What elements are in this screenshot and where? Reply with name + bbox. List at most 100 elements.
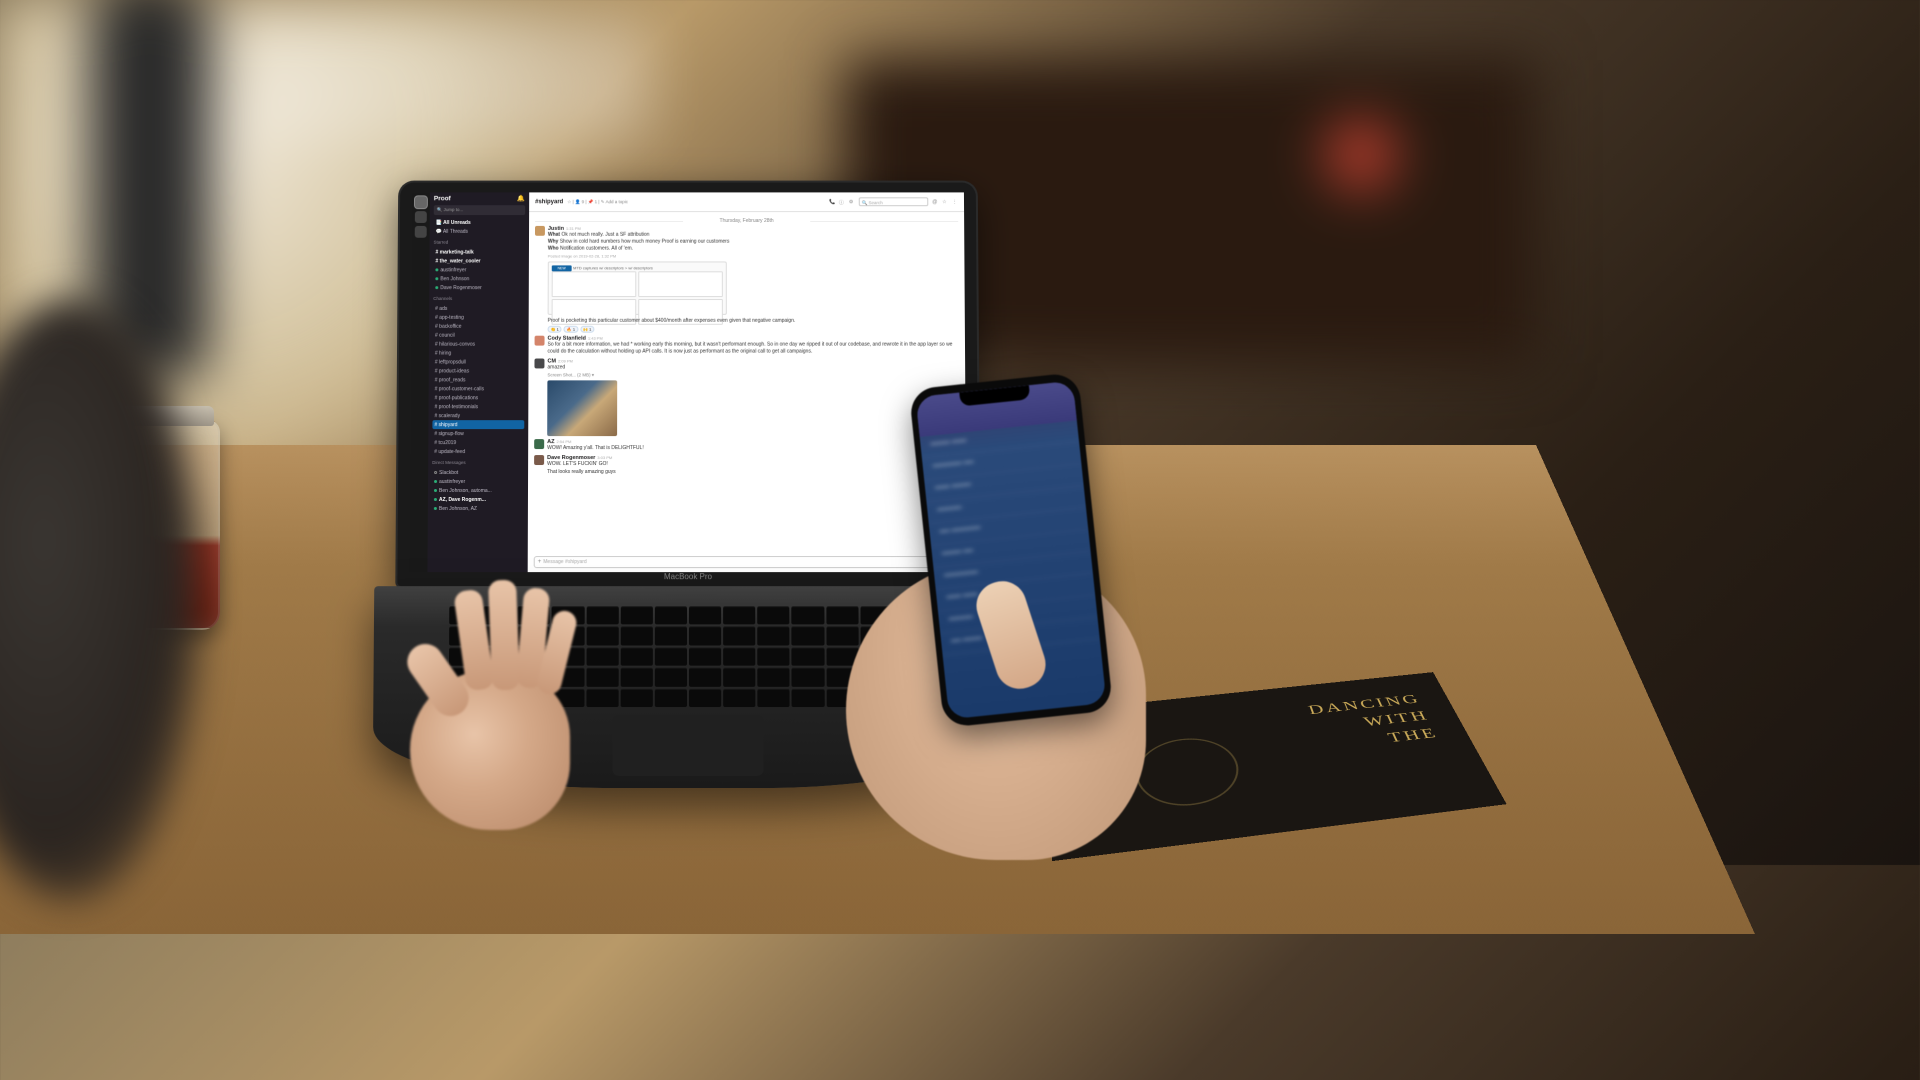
sidebar-item-starred[interactable]: Dave Rogenmoser — [433, 283, 525, 292]
sidebar-item-starred[interactable]: # the_water_cooler — [433, 257, 525, 266]
sidebar-item-channel[interactable]: # update-feed — [432, 447, 524, 456]
more-icon[interactable]: ⋮ — [952, 199, 958, 205]
keyboard-key[interactable] — [792, 688, 824, 707]
keyboard-key[interactable] — [757, 606, 789, 624]
message-text: What Ok not much really. Just a SF attri… — [548, 232, 958, 239]
bell-icon[interactable]: 🔔 — [517, 195, 525, 203]
message-time: 1:43 PM — [588, 336, 603, 341]
keyboard-key[interactable] — [758, 647, 790, 666]
keyboard-key[interactable] — [723, 668, 755, 687]
team-name[interactable]: Proof 🔔 — [434, 195, 525, 203]
star-icon[interactable]: ☆ — [942, 199, 948, 205]
sidebar-item-starred[interactable]: Ben Johnson — [433, 274, 525, 283]
message: Proof is pocketing this particular custo… — [535, 318, 959, 333]
workspace-icon[interactable] — [415, 226, 427, 238]
date-divider: Thursday, February 28th — [535, 218, 958, 224]
avatar[interactable] — [534, 455, 544, 465]
keyboard-key[interactable] — [655, 647, 687, 666]
keyboard-key[interactable] — [723, 606, 755, 624]
keyboard-key[interactable] — [758, 627, 790, 646]
sidebar-item-channel[interactable]: # backoffice — [433, 322, 525, 331]
keyboard-key[interactable] — [689, 627, 721, 646]
keyboard-key[interactable] — [758, 668, 790, 687]
message-time: 2:54 PM — [556, 439, 571, 444]
attachment[interactable]: NEW MTD captures w/ descriptors > w/ des… — [548, 261, 727, 314]
search-input[interactable]: 🔍 Search — [859, 197, 929, 206]
phone-icon[interactable]: 📞 — [829, 199, 835, 205]
reaction[interactable]: 🙌 1 — [580, 326, 594, 333]
gear-icon[interactable]: ⚙ — [849, 199, 855, 205]
sidebar-item-channel[interactable]: # council — [433, 331, 525, 340]
workspace-icon[interactable] — [415, 211, 427, 223]
sidebar-item-channel[interactable]: # leftpropsdull — [433, 358, 525, 367]
sidebar-item-channel[interactable]: # proof-publications — [433, 393, 525, 402]
keyboard-key[interactable] — [689, 688, 721, 707]
keyboard-key[interactable] — [792, 627, 824, 646]
message-text: Why Show in cold hard numbers how much m… — [548, 239, 958, 246]
channel-header: #shipyard ☆ | 👤 9 | 📌 1 | ✎ Add a topic … — [529, 192, 964, 212]
keyboard-key[interactable] — [655, 668, 687, 687]
keyboard-key[interactable] — [655, 606, 687, 624]
keyboard-key[interactable] — [792, 606, 824, 624]
workspace-icon[interactable] — [415, 196, 427, 208]
message: Cody Stanfield1:43 PMSo for a bit more i… — [535, 336, 960, 356]
sidebar-item-channel[interactable]: # proof_reads — [433, 375, 525, 384]
sidebar-item-channel[interactable]: # tcu2019 — [432, 438, 524, 447]
message-text: Proof is pocketing this particular custo… — [548, 318, 959, 325]
message-time: 2:09 PM — [558, 359, 573, 364]
sidebar-item-channel[interactable]: # shipyard — [432, 420, 524, 429]
keyboard-key[interactable] — [792, 668, 824, 687]
sidebar-item-dm[interactable]: Ben Johnson, AZ — [432, 504, 524, 513]
message-text: amazed — [547, 364, 959, 371]
info-icon[interactable]: ⓘ — [839, 199, 845, 205]
keyboard-key[interactable] — [723, 688, 755, 707]
keyboard-key[interactable] — [689, 647, 721, 666]
jump-to-input[interactable]: 🔍 Jump to... — [434, 205, 525, 215]
sidebar-item-starred[interactable]: # marketing-talk — [433, 248, 525, 257]
mention-icon[interactable]: @ — [932, 199, 938, 205]
avatar[interactable] — [535, 336, 545, 346]
plus-icon[interactable]: + — [538, 559, 542, 565]
all-threads[interactable]: 💬 All Threads — [434, 227, 525, 236]
composer-placeholder: Message #shipyard — [543, 559, 586, 565]
section-dms: Direct Messages — [432, 459, 524, 467]
sidebar-item-channel[interactable]: # ads — [433, 304, 525, 313]
keyboard-key[interactable] — [758, 688, 790, 707]
reaction[interactable]: 👏 1 — [548, 326, 562, 333]
sidebar-item-channel[interactable]: # app-testing — [433, 313, 525, 322]
message-time: 1:31 PM — [566, 226, 581, 231]
keyboard-key[interactable] — [689, 668, 721, 687]
sidebar-item-channel[interactable]: # hilarious-convos — [433, 340, 525, 349]
image-attachment[interactable] — [547, 380, 617, 436]
sidebar-item-channel[interactable]: # proof-testimonials — [433, 402, 525, 411]
reactions[interactable]: 👏 1🔥 1🙌 1 — [548, 326, 959, 333]
sidebar-item-dm[interactable]: Slackbot — [432, 468, 524, 477]
sidebar-item-channel[interactable]: # proof-customer-calls — [433, 384, 525, 393]
sidebar-item-dm[interactable]: AZ, Dave Rogenm... — [432, 495, 524, 504]
keyboard-key[interactable] — [655, 627, 687, 646]
sidebar-item-dm[interactable]: austinfreyer — [432, 477, 524, 486]
avatar[interactable] — [534, 439, 544, 449]
keyboard-key[interactable] — [792, 647, 824, 666]
section-starred: Starred — [434, 239, 525, 247]
keyboard-key[interactable] — [723, 647, 755, 666]
message-time: 3:03 PM — [597, 455, 612, 460]
sidebar-item-dm[interactable]: Ben Johnson, automa... — [432, 486, 524, 495]
channel-meta[interactable]: ☆ | 👤 9 | 📌 1 | ✎ Add a topic — [567, 199, 628, 205]
all-unreads[interactable]: 📑 All Unreads — [434, 218, 525, 227]
slack-sidebar: Proof 🔔 🔍 Jump to... 📑 All Unreads 💬 All… — [427, 192, 529, 572]
reaction[interactable]: 🔥 1 — [564, 326, 578, 333]
sidebar-item-channel[interactable]: # product-ideas — [433, 366, 525, 375]
sidebar-item-starred[interactable]: austinfreyer — [433, 265, 525, 274]
avatar[interactable] — [535, 226, 545, 236]
trackpad[interactable] — [612, 715, 763, 776]
keyboard-key[interactable] — [723, 627, 755, 646]
sidebar-item-channel[interactable]: # signup-flow — [432, 429, 524, 438]
keyboard-key[interactable] — [655, 688, 687, 707]
sidebar-item-channel[interactable]: # hiring — [433, 349, 525, 358]
channel-name[interactable]: #shipyard — [535, 199, 563, 205]
avatar[interactable] — [534, 359, 544, 369]
keyboard-key[interactable] — [689, 606, 721, 624]
message-text: Who Notification customers. All of 'em. — [548, 246, 959, 253]
sidebar-item-channel[interactable]: # scalerady — [432, 411, 524, 420]
